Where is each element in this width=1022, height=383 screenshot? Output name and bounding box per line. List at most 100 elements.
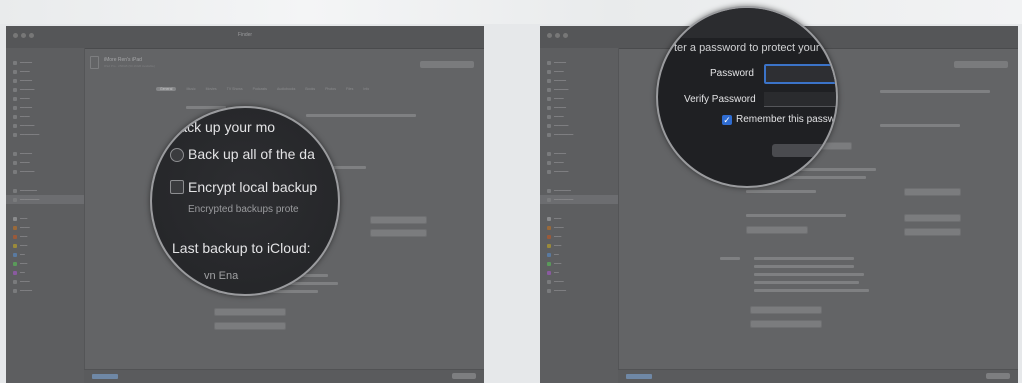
sidebar-item[interactable]: ━━━━	[6, 158, 84, 167]
sidebar-item[interactable]: ━━━━	[6, 223, 84, 232]
text-line	[754, 289, 869, 292]
sidebar-item[interactable]: ━━━	[540, 214, 618, 223]
sidebar-item[interactable]: ━━━━	[540, 112, 618, 121]
sidebar-item[interactable]: ━━━━━━	[6, 85, 84, 94]
sidebar-item[interactable]: ━━━	[6, 232, 84, 241]
sidebar-item[interactable]: ━━━━	[6, 277, 84, 286]
sidebar-item[interactable]: ━━━━━	[540, 286, 618, 295]
encrypt-local-backup-checkbox[interactable]	[170, 180, 184, 194]
storage-bar	[84, 369, 484, 383]
window-title: Finder	[237, 32, 253, 38]
configure-button[interactable]	[214, 322, 286, 330]
sidebar-item[interactable]: ━━━━━	[6, 286, 84, 295]
manage-storage-button[interactable]	[954, 61, 1008, 68]
sync-options-button[interactable]	[750, 306, 822, 314]
device-subtitle: iPad Pro · 256GB (50.16GB Available)	[104, 64, 155, 68]
sidebar-item[interactable]: ━━━━━	[6, 149, 84, 158]
background-strip	[0, 0, 1022, 24]
sidebar-item[interactable]: ━━━━━━	[540, 167, 618, 176]
magnifier-password-dialog: ter a password to protect your Password …	[656, 6, 838, 188]
sidebar-item[interactable]: ━━━	[6, 214, 84, 223]
sidebar-item[interactable]: ━━━━━━	[540, 121, 618, 130]
manage-backups-button[interactable]	[746, 226, 808, 234]
encrypt-description: Encrypted backups prote	[188, 204, 299, 215]
sidebar-item[interactable]: ━━━━━	[540, 58, 618, 67]
change-password-button[interactable]	[904, 188, 961, 196]
sidebar-item[interactable]: ━━━━━━	[6, 167, 84, 176]
tab-music[interactable]: Music	[186, 87, 195, 91]
sidebar-item[interactable]: ━━━━━	[6, 103, 84, 112]
backup-all-radio[interactable]	[170, 148, 184, 162]
tab-tv-shows[interactable]: TV Shows	[227, 87, 243, 91]
sidebar-item[interactable]: ━━━━━	[540, 149, 618, 158]
text-line	[880, 124, 960, 127]
text-line	[746, 190, 816, 193]
magnifier-encrypt-backup: Back up your mo Back up all of the da En…	[150, 106, 340, 296]
sidebar-item[interactable]: ━━	[540, 250, 618, 259]
sidebar-item[interactable]: ━━━━━━	[540, 85, 618, 94]
sidebar-item[interactable]: ━━━━	[540, 223, 618, 232]
restore-ipad-button[interactable]	[370, 229, 427, 237]
title-bar: Finder	[6, 26, 484, 49]
sidebar-item[interactable]: ━━━━━	[6, 76, 84, 85]
sidebar-item-device[interactable]: ━━━━━━━━	[540, 195, 618, 204]
sidebar-item[interactable]: ━━━━	[540, 67, 618, 76]
text-line	[754, 257, 854, 260]
sidebar-item[interactable]: ━━━	[540, 259, 618, 268]
sidebar-item[interactable]: ━━━━━━━━	[540, 130, 618, 139]
backup-heading-text: Back up your mo	[170, 119, 276, 135]
sidebar-item[interactable]: ━━	[540, 268, 618, 277]
sync-button[interactable]	[986, 373, 1010, 379]
sidebar-item-device[interactable]: ━━━━━━━━	[6, 195, 84, 204]
sidebar-item[interactable]: ━━━━	[6, 112, 84, 121]
tab-audiobooks[interactable]: Audiobooks	[277, 87, 295, 91]
sidebar-item[interactable]: ━━━━━━	[6, 121, 84, 130]
tab-photos[interactable]: Photos	[325, 87, 336, 91]
tab-books[interactable]: Books	[305, 87, 315, 91]
tab-podcasts[interactable]: Podcasts	[253, 87, 267, 91]
set-password-button[interactable]	[772, 144, 824, 157]
sidebar-item[interactable]: ━━━━	[6, 67, 84, 76]
tab-movies[interactable]: Movies	[206, 87, 217, 91]
last-backup-text: Last backup to iCloud:	[172, 240, 311, 256]
sidebar-item[interactable]: ━━━━	[540, 94, 618, 103]
remember-password-checkbox[interactable]: ✓	[722, 115, 732, 125]
tab-info[interactable]: Info	[363, 87, 369, 91]
sync-button[interactable]	[452, 373, 476, 379]
sidebar-item[interactable]: ━━━━━	[540, 76, 618, 85]
password-input[interactable]	[764, 64, 836, 84]
sidebar-item[interactable]: ━━━━━━━	[6, 186, 84, 195]
sidebar-item[interactable]: ━━━━━━━━	[6, 130, 84, 139]
sidebar-item[interactable]: ━━━━━━━	[540, 186, 618, 195]
verify-password-input[interactable]	[764, 92, 836, 107]
check-for-update-button[interactable]	[370, 216, 427, 224]
remember-password-label: Remember this passwo	[736, 114, 838, 125]
back-up-now-button[interactable]	[904, 214, 961, 222]
configure-button[interactable]	[750, 320, 822, 328]
tab-general[interactable]: General	[156, 87, 177, 91]
sidebar-item[interactable]: ━━	[6, 250, 84, 259]
sidebar-item[interactable]: ━━━━	[6, 94, 84, 103]
tab-bar: General Music Movies TV Shows Podcasts A…	[156, 87, 369, 91]
sidebar-item[interactable]: ━━━━━	[6, 58, 84, 67]
sidebar-item[interactable]: ━━━	[540, 241, 618, 250]
text-line	[754, 281, 859, 284]
sidebar-item[interactable]: ━━━━━	[540, 103, 618, 112]
device-name: iMore Ren's iPad	[104, 57, 142, 63]
manage-storage-button[interactable]	[420, 61, 474, 68]
sidebar-item[interactable]: ━━━	[540, 232, 618, 241]
sidebar-item[interactable]: ━━━	[6, 241, 84, 250]
restore-backup-button[interactable]	[904, 228, 961, 236]
tab-files[interactable]: Files	[346, 87, 353, 91]
dialog-prompt: ter a password to protect your	[674, 42, 820, 54]
text-line	[306, 114, 416, 117]
password-label: Password	[710, 68, 754, 79]
sidebar-item[interactable]: ━━━━	[540, 158, 618, 167]
sidebar-item[interactable]: ━━━━	[540, 277, 618, 286]
device-header: iMore Ren's iPad iPad Pro · 256GB (50.16…	[90, 56, 155, 69]
sidebar-item[interactable]: ━━	[6, 268, 84, 277]
sidebar-item[interactable]: ━━━	[6, 259, 84, 268]
sync-options-button[interactable]	[214, 308, 286, 316]
storage-usage-segment	[626, 374, 652, 379]
partial-text: vn Ena	[204, 270, 239, 282]
